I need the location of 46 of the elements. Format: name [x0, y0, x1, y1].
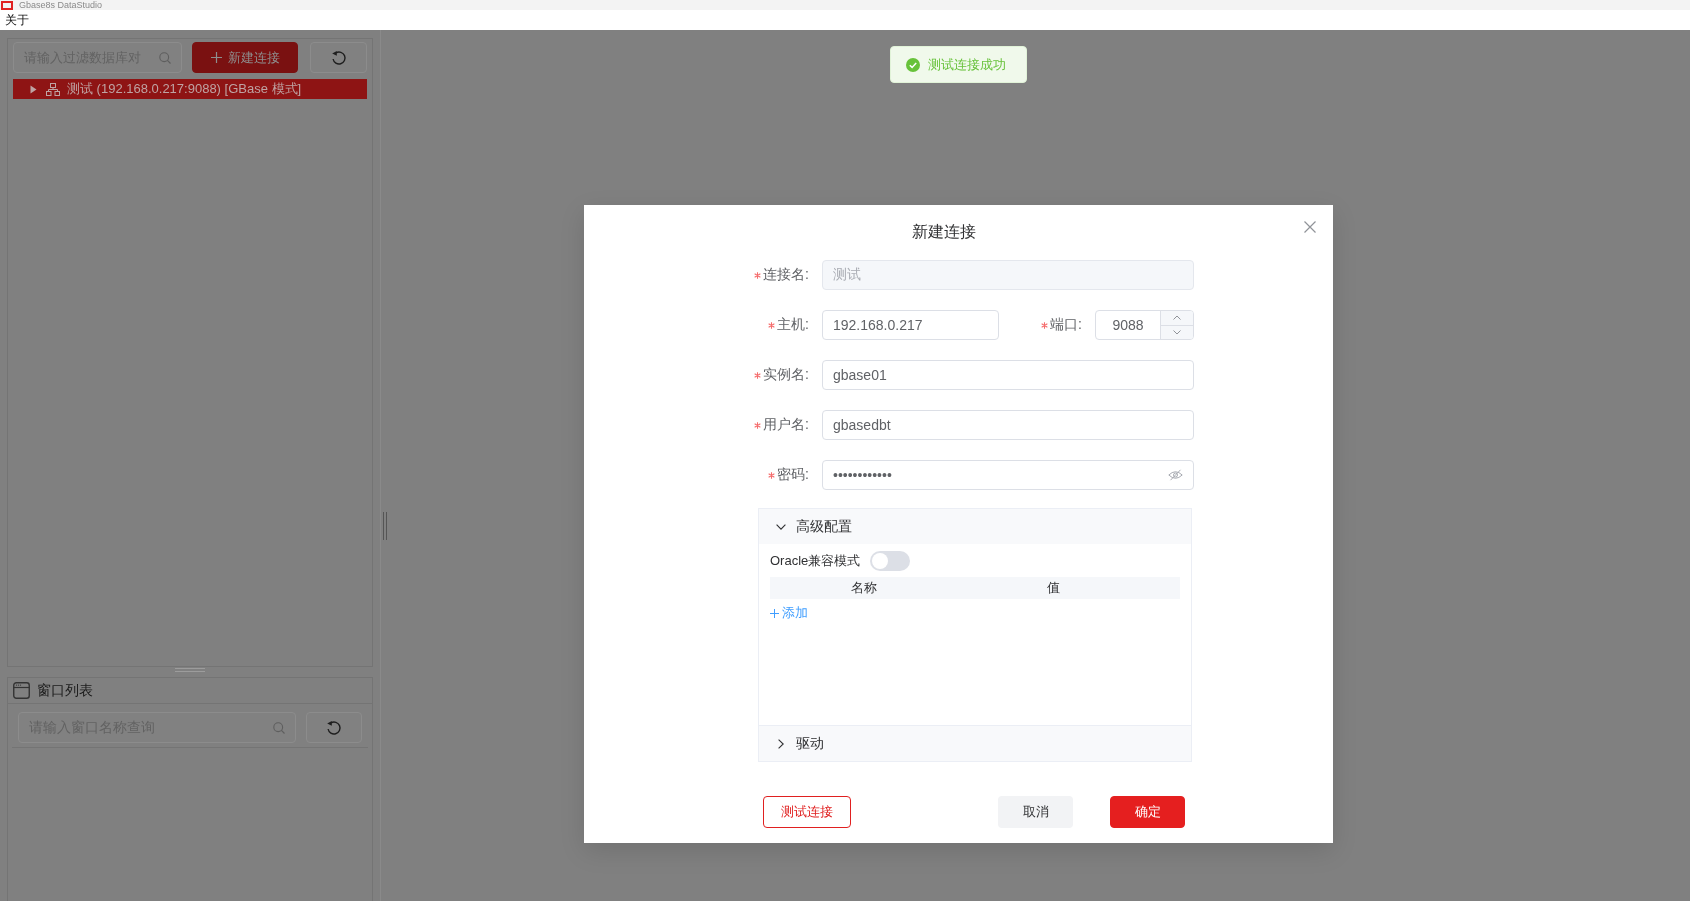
input-field[interactable]: gbase01 — [822, 360, 1194, 390]
app-logo-icon — [1, 0, 13, 10]
refresh-icon — [326, 719, 342, 736]
collapse-header[interactable]: 驱动 — [759, 726, 1191, 761]
column-header: 值 — [1045, 579, 1061, 597]
new-connection-button[interactable]: 新建连接 — [192, 42, 298, 73]
field-label: 主机: — [777, 316, 809, 334]
test-connection-button[interactable]: 测试连接 — [763, 796, 851, 828]
window-icon — [13, 682, 30, 699]
refresh-icon — [330, 49, 347, 66]
panel-title: 窗口列表 — [37, 681, 93, 700]
toggle-switch[interactable] — [870, 551, 911, 571]
password-field[interactable]: •••••••••••• — [822, 460, 1194, 490]
confirm-button[interactable]: 确定 — [1110, 796, 1185, 828]
tree-item[interactable]: 测试 (192.168.0.217:9088) [GBase 模式] — [13, 79, 367, 99]
menu-item[interactable]: 关于 — [5, 12, 29, 28]
search-icon — [273, 721, 285, 734]
input-field[interactable]: 192.168.0.217 — [822, 310, 999, 340]
close-icon[interactable] — [1304, 221, 1316, 233]
collapse-header[interactable]: 高级配置 — [759, 509, 1191, 544]
drag-handle-icon[interactable] — [383, 512, 387, 540]
refresh-button[interactable] — [306, 712, 362, 743]
field-label: 连接名: — [763, 266, 809, 284]
cancel-button[interactable]: 取消 — [998, 796, 1073, 828]
input-field[interactable]: gbasedbt — [822, 410, 1194, 440]
number-field[interactable]: 9088 — [1095, 310, 1194, 340]
field-label: 密码: — [777, 466, 809, 484]
caret-right-icon[interactable] — [30, 84, 37, 94]
plus-icon — [770, 608, 779, 618]
column-header: 名称 — [849, 579, 878, 597]
increment-button[interactable] — [1160, 311, 1193, 325]
check-circle-icon — [906, 57, 920, 72]
eye-off-icon[interactable] — [1168, 469, 1183, 481]
refresh-button[interactable] — [310, 42, 367, 73]
field-label: 用户名: — [763, 416, 809, 434]
hierarchy-icon — [46, 82, 60, 96]
plus-icon — [210, 52, 222, 63]
field-label: 端口: — [1050, 316, 1082, 334]
window-title: Gbase8s DataStudio — [19, 0, 103, 10]
switch-label: Oracle兼容模式 — [770, 552, 861, 570]
chevron-down-icon — [1173, 329, 1181, 335]
dialog-title: 新建连接 — [911, 222, 976, 242]
search-icon — [159, 51, 171, 64]
chevron-up-icon — [1173, 315, 1181, 321]
field-label: 实例名: — [763, 366, 809, 384]
toast-text: 测试连接成功 — [928, 55, 1006, 74]
